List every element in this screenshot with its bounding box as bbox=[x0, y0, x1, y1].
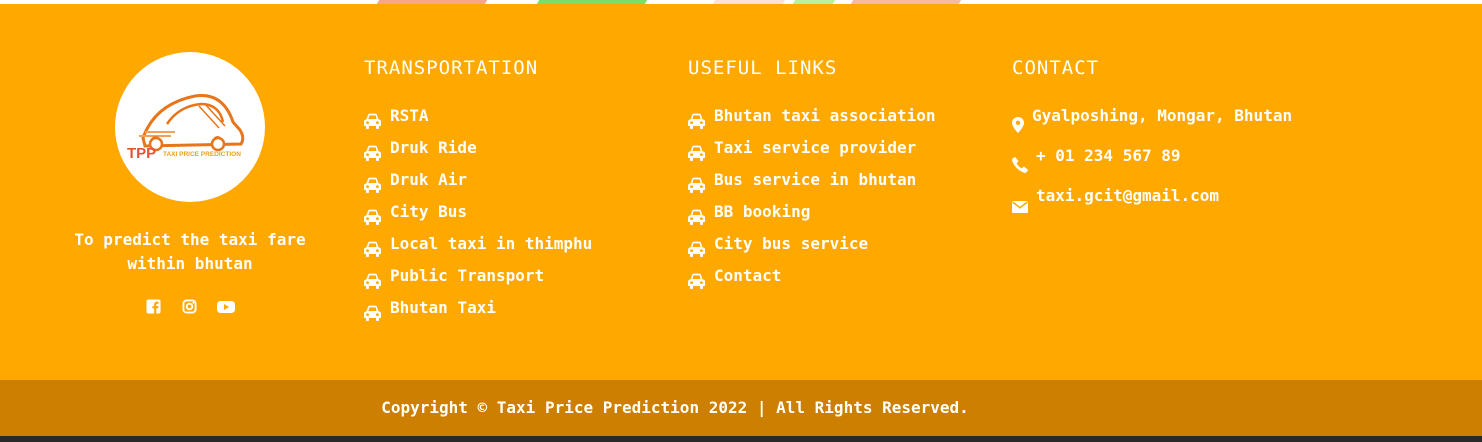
transportation-link-label: Druk Air bbox=[390, 170, 468, 189]
useful-links-section: USEFUL LINKS Bhutan taxi association Taxi… bbox=[688, 56, 936, 292]
taxi-icon bbox=[688, 236, 705, 257]
useful-link-label: Bus service in bhutan bbox=[714, 170, 917, 189]
transportation-list: RSTA Druk Ride Druk Air City Bus Local taxi … bbox=[364, 100, 592, 324]
transportation-link-2[interactable]: Druk Air bbox=[364, 164, 592, 196]
tagline: To predict the taxi fare within bhutan bbox=[30, 228, 350, 276]
taxi-icon bbox=[364, 236, 381, 257]
useful-link-0[interactable]: Bhutan taxi association bbox=[688, 100, 936, 132]
logo-initials: TPP bbox=[127, 145, 156, 162]
copyright-text: Copyright © Taxi Price Prediction 2022 |… bbox=[381, 398, 969, 417]
page-bottom-edge bbox=[0, 436, 1482, 442]
email-link[interactable]: taxi.gcit@gmail.com bbox=[1036, 176, 1219, 216]
useful-links-heading: USEFUL LINKS bbox=[688, 57, 838, 79]
transportation-link-1[interactable]: Druk Ride bbox=[364, 132, 592, 164]
taxi-logo-icon: TPP TAXI PRICE PREDICTION bbox=[127, 94, 245, 162]
useful-link-label: Taxi service provider bbox=[714, 138, 917, 157]
useful-link-1[interactable]: Taxi service provider bbox=[688, 132, 936, 164]
contact-section: CONTACT Gyalposhing, Mongar, Bhutan + 01… bbox=[1012, 56, 1292, 216]
social-links bbox=[30, 296, 350, 315]
transportation-link-3[interactable]: City Bus bbox=[364, 196, 592, 228]
useful-link-label: Bhutan taxi association bbox=[714, 106, 936, 125]
taxi-icon bbox=[364, 204, 381, 225]
phone-icon bbox=[1012, 148, 1028, 173]
transportation-section: TRANSPORTATION RSTA Druk Ride Druk Air City… bbox=[364, 56, 592, 324]
transportation-link-0[interactable]: RSTA bbox=[364, 100, 592, 132]
useful-link-3[interactable]: BB booking bbox=[688, 196, 936, 228]
contact-phone: + 01 234 567 89 bbox=[1012, 136, 1292, 176]
useful-link-label: Contact bbox=[714, 266, 782, 285]
useful-link-5[interactable]: Contact bbox=[688, 260, 936, 292]
map-marker-icon bbox=[1012, 108, 1024, 133]
useful-link-label: BB booking bbox=[714, 202, 811, 221]
contact-email: taxi.gcit@gmail.com bbox=[1012, 176, 1292, 216]
transportation-link-label: Public Transport bbox=[390, 266, 545, 285]
address-text: Gyalposhing, Mongar, Bhutan bbox=[1032, 106, 1293, 125]
tagline-line-1: To predict the taxi fare bbox=[74, 230, 306, 249]
taxi-icon bbox=[364, 300, 381, 321]
transportation-link-6[interactable]: Bhutan Taxi bbox=[364, 292, 592, 324]
site-footer: TPP TAXI PRICE PREDICTION To predict the… bbox=[0, 4, 1482, 380]
taxi-icon bbox=[364, 268, 381, 289]
useful-link-4[interactable]: City bus service bbox=[688, 228, 936, 260]
useful-link-2[interactable]: Bus service in bhutan bbox=[688, 164, 936, 196]
taxi-icon bbox=[688, 108, 705, 129]
useful-links-list: Bhutan taxi association Taxi service prov… bbox=[688, 100, 936, 292]
youtube-icon[interactable] bbox=[216, 299, 235, 315]
transportation-link-5[interactable]: Public Transport bbox=[364, 260, 592, 292]
copyright-bar: Copyright © Taxi Price Prediction 2022 |… bbox=[0, 380, 1482, 436]
transportation-link-label: City Bus bbox=[390, 202, 468, 221]
transportation-link-4[interactable]: Local taxi in thimphu bbox=[364, 228, 592, 260]
taxi-icon bbox=[688, 204, 705, 225]
logo[interactable]: TPP TAXI PRICE PREDICTION bbox=[115, 52, 265, 202]
contact-address: Gyalposhing, Mongar, Bhutan bbox=[1012, 96, 1292, 136]
taxi-icon bbox=[364, 140, 381, 161]
taxi-icon bbox=[364, 108, 381, 129]
brand-section: TPP TAXI PRICE PREDICTION To predict the… bbox=[30, 52, 350, 315]
contact-heading: CONTACT bbox=[1012, 57, 1100, 79]
taxi-icon bbox=[688, 172, 705, 193]
phone-text[interactable]: + 01 234 567 89 bbox=[1036, 136, 1181, 176]
instagram-icon[interactable] bbox=[181, 298, 197, 315]
transportation-heading: TRANSPORTATION bbox=[364, 57, 539, 79]
useful-link-label: City bus service bbox=[714, 234, 869, 253]
taxi-icon bbox=[364, 172, 381, 193]
envelope-icon bbox=[1012, 188, 1028, 213]
transportation-link-label: Bhutan Taxi bbox=[390, 298, 496, 317]
logo-text: TAXI PRICE PREDICTION bbox=[163, 151, 241, 158]
taxi-icon bbox=[688, 268, 705, 289]
transportation-link-label: Druk Ride bbox=[390, 138, 477, 157]
facebook-icon[interactable] bbox=[145, 298, 161, 315]
transportation-link-label: Local taxi in thimphu bbox=[390, 234, 593, 253]
taxi-icon bbox=[688, 140, 705, 161]
transportation-link-label: RSTA bbox=[390, 106, 429, 125]
tagline-line-2: within bhutan bbox=[127, 254, 253, 273]
